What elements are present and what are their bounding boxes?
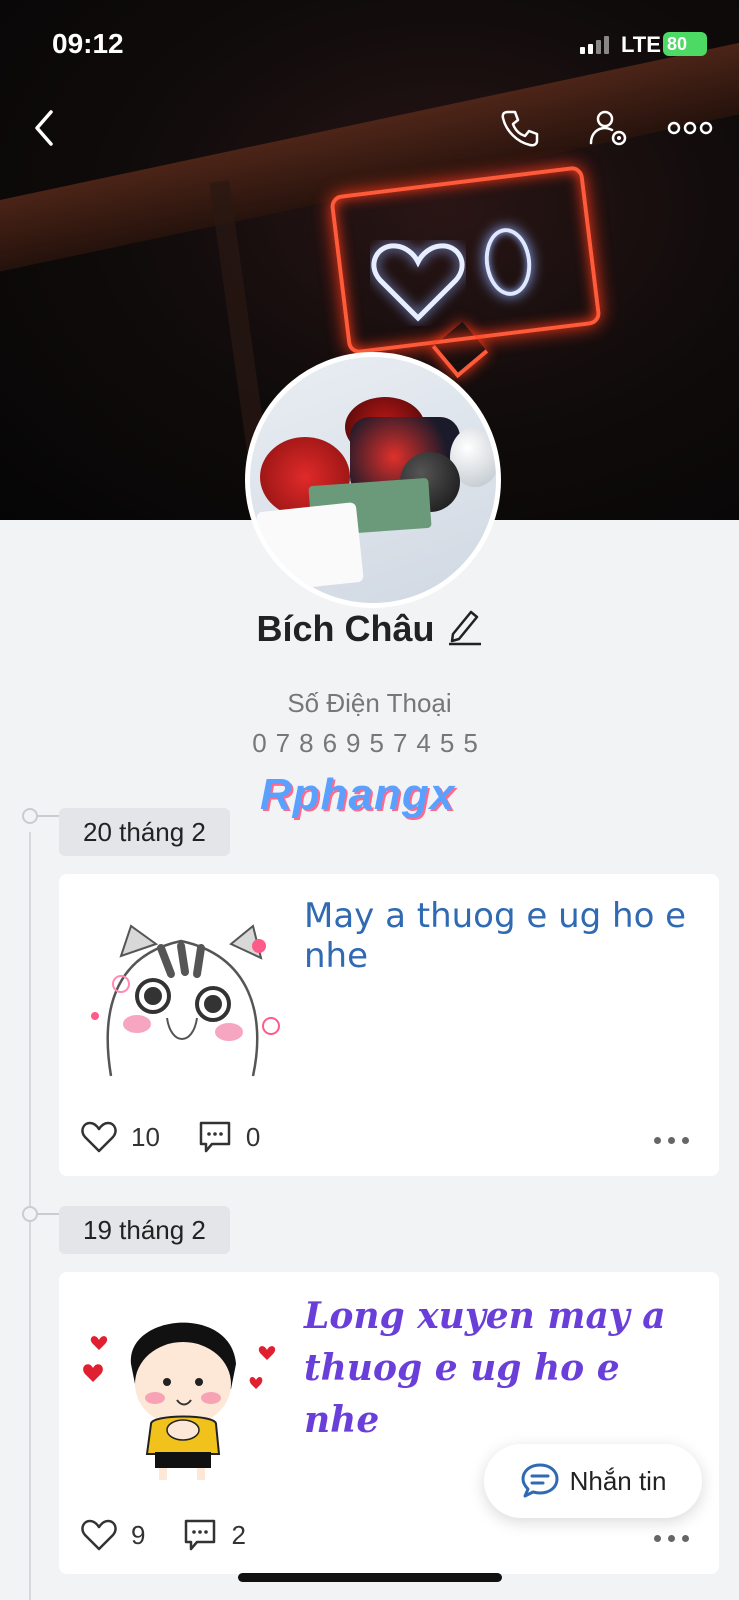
pencil-icon (448, 610, 481, 646)
phone-label: Số Điện Thoại (287, 688, 452, 718)
comment-count: 0 (245, 1121, 261, 1152)
profile-settings-button[interactable] (585, 104, 633, 152)
home-indicator[interactable] (238, 1573, 502, 1582)
post-card[interactable]: May a thuog e ug ho e nhe 10 0 (59, 874, 719, 1176)
chevron-left-icon (35, 110, 53, 146)
chat-bubble-icon (521, 1463, 559, 1498)
post-text: Long xuyen may a thuog e ug ho e nhe (304, 1295, 666, 1441)
back-button[interactable] (20, 104, 68, 152)
timeline-dot (22, 1206, 62, 1222)
heart-icon (81, 1519, 117, 1551)
profile-name: Bích Châu (256, 607, 435, 649)
comment-button[interactable]: 0 (198, 1120, 260, 1154)
post-more-button[interactable] (654, 1535, 689, 1542)
message-button[interactable]: Nhắn tin (484, 1444, 702, 1518)
like-button[interactable]: 10 (81, 1121, 160, 1153)
user-settings-icon (589, 110, 627, 146)
watermark-logo: Rphangx (260, 770, 456, 819)
battery-icon: 80 (663, 32, 707, 56)
phone-number[interactable]: 0786957455 (0, 728, 739, 759)
carrier-label: LTE (621, 32, 661, 57)
post-actions: 10 0 (81, 1120, 298, 1154)
post-card[interactable]: Long xuyen may a thuog e ug ho e nhe 9 2 (59, 1272, 719, 1574)
comment-icon (185, 1519, 216, 1551)
post-text: May a thuog e ug ho e nhe (304, 896, 687, 976)
like-count: 10 (131, 1121, 160, 1152)
like-count: 9 (131, 1519, 146, 1550)
post-more-button[interactable] (654, 1137, 689, 1144)
signal-icon (580, 36, 609, 54)
comment-button[interactable]: 2 (183, 1518, 246, 1552)
edit-name-button[interactable] (447, 606, 483, 651)
more-options-button[interactable] (666, 104, 714, 152)
date-chip: 19 tháng 2 (59, 1206, 230, 1254)
more-horizontal-icon (667, 121, 713, 135)
status-time: 09:12 (52, 28, 124, 59)
date-chip: 20 tháng 2 (59, 808, 230, 856)
neon-heart-icon (371, 243, 465, 322)
comment-icon (199, 1121, 231, 1153)
comment-count: 2 (231, 1519, 246, 1550)
heart-icon (81, 1121, 117, 1153)
post-actions: 9 2 (81, 1518, 284, 1552)
girl-sticker-image (83, 1322, 276, 1480)
message-button-label: Nhắn tin (569, 1465, 667, 1496)
avatar[interactable] (245, 352, 501, 608)
profile-name-row: Bích Châu (0, 606, 739, 651)
timeline-dot (22, 808, 62, 824)
phone-icon (501, 110, 539, 147)
cat-sticker-image (91, 924, 280, 1077)
status-bar: 09:12 LTE 80 (0, 0, 739, 90)
call-button[interactable] (496, 104, 544, 152)
like-button[interactable]: 9 (81, 1519, 145, 1551)
